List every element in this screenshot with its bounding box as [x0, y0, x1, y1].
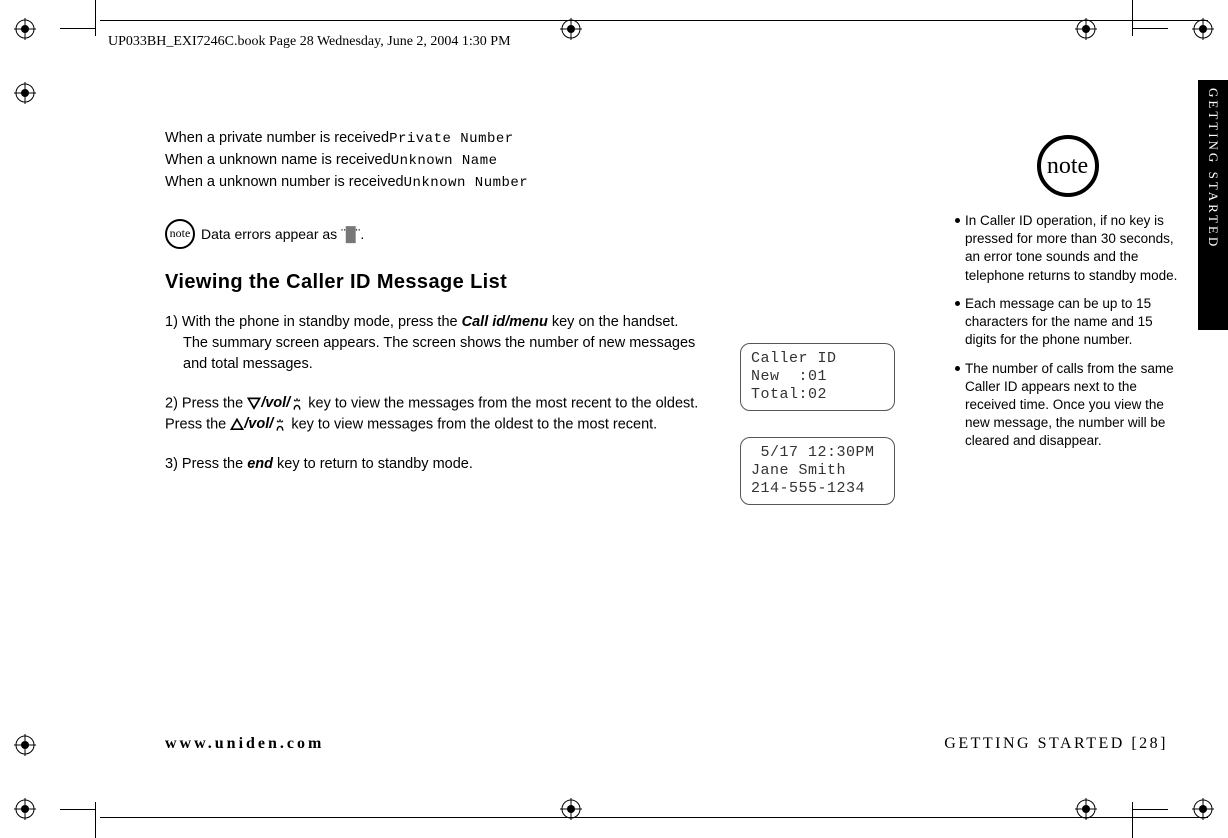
step3-text-a: 3) Press the: [165, 456, 247, 472]
vol-key-down: /vol/: [247, 393, 304, 414]
note-icon: note: [165, 219, 195, 249]
reg-mark-tl: [14, 18, 36, 40]
lcd-unknown-number: Unknown Number: [404, 175, 529, 191]
crop-line: [95, 0, 96, 36]
inline-note-text1: Data errors appear as ¨: [201, 226, 346, 242]
printer-top-rule: [100, 20, 1208, 21]
step2-text-a: 2) Press the: [165, 395, 247, 411]
intro-l1a: When a private number is received: [165, 130, 389, 146]
step3-text-b: key to return to standby mode.: [273, 456, 473, 472]
footer-section-page: GETTING STARTED [28]: [944, 735, 1168, 753]
cross-top-1: [560, 18, 582, 40]
step-3: 3) Press the end key to return to standb…: [165, 454, 715, 475]
inline-note-text2: ¨.: [356, 226, 365, 242]
reg-mark-ml2: [14, 734, 36, 756]
section-heading: Viewing the Caller ID Message List: [165, 271, 895, 294]
crop-line: [1132, 28, 1168, 29]
steps: 1) With the phone in standby mode, press…: [165, 312, 715, 475]
margin-note-item-1: In Caller ID operation, if no key is pre…: [955, 212, 1180, 285]
reg-mark-ml: [14, 82, 36, 104]
vol-label-2: /vol/: [244, 414, 273, 435]
printer-bottom-rule: [100, 817, 1208, 818]
intro-l3a: When a unknown number is received: [165, 174, 404, 190]
inline-note-row: note Data errors appear as ¨█¨.: [165, 219, 895, 249]
intro-lines: When a private number is receivedPrivate…: [165, 128, 895, 194]
crop-line: [1132, 0, 1133, 36]
page-root: { "header": { "book_info": "UP033BH_EXI7…: [0, 0, 1228, 838]
crop-line: [60, 28, 96, 29]
data-error-glyph: █: [346, 226, 356, 242]
note-icon-large: note: [1037, 135, 1099, 197]
intro-l2a: When a unknown name is received: [165, 152, 391, 168]
cross-top-2: [1075, 18, 1097, 40]
call-id-menu-key: Call id/menu: [462, 314, 548, 330]
lcd-screen-detail: 5/17 12:30PM Jane Smith 214-555-1234: [740, 437, 895, 505]
step-1: 1) With the phone in standby mode, press…: [165, 312, 715, 375]
vol-label-1: /vol/: [261, 393, 290, 414]
crop-line: [95, 802, 96, 838]
step1-text-b: key on the handset.: [548, 314, 679, 330]
margin-note-item-2: Each message can be up to 15 characters …: [955, 295, 1180, 350]
section-side-tab: GETTING STARTED: [1198, 80, 1228, 330]
lcd-private-number: Private Number: [389, 131, 514, 147]
reg-mark-bl: [14, 798, 36, 820]
crop-line: [1132, 809, 1168, 810]
reg-mark-tr: [1192, 18, 1214, 40]
margin-note: note In Caller ID operation, if no key i…: [955, 135, 1180, 461]
vol-key-up: /vol/: [230, 414, 287, 435]
margin-note-item-3: The number of calls from the same Caller…: [955, 360, 1180, 451]
lcd-unknown-name: Unknown Name: [391, 153, 498, 169]
lcd-screen-summary: Caller ID New :01 Total:02: [740, 343, 895, 411]
footer-url: www.uniden.com: [165, 735, 324, 753]
side-tab-label: GETTING STARTED: [1205, 88, 1221, 249]
step-2: 2) Press the /vol/ key to view the messa…: [165, 393, 715, 436]
crop-line: [1132, 802, 1133, 838]
step1-text-a: 1) With the phone in standby mode, press…: [165, 314, 462, 330]
step2-text-c: key to view messages from the oldest to …: [291, 417, 657, 433]
margin-note-list: In Caller ID operation, if no key is pre…: [955, 212, 1180, 451]
crop-line: [60, 809, 96, 810]
book-info-text: UP033BH_EXI7246C.book Page 28 Wednesday,…: [108, 34, 511, 50]
page-footer: www.uniden.com GETTING STARTED [28]: [165, 735, 1168, 753]
end-key: end: [247, 456, 273, 472]
step1-sub: The summary screen appears. The screen s…: [183, 333, 715, 375]
